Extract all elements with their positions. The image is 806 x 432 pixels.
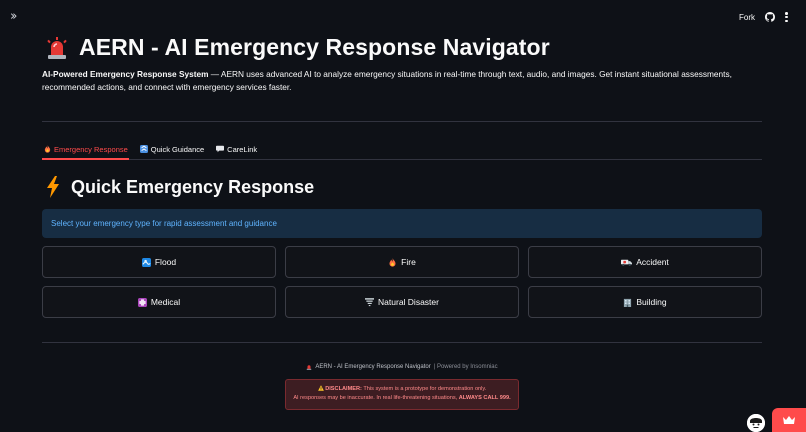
building-button[interactable]: Building bbox=[528, 286, 762, 318]
disclaimer-label: DISCLAIMER: bbox=[325, 386, 362, 392]
lightning-bolt-icon bbox=[47, 176, 59, 198]
button-label: Flood bbox=[154, 257, 177, 267]
ambulance-icon bbox=[621, 259, 633, 266]
tab-label: Quick Guidance bbox=[150, 144, 205, 154]
fire-button[interactable]: Fire bbox=[285, 246, 519, 278]
disclaimer-line-1: DISCLAIMER: This system is a prototype f… bbox=[286, 385, 518, 394]
fire-icon bbox=[43, 145, 51, 153]
disclaimer-call-text: ALWAYS CALL 999. bbox=[458, 395, 511, 401]
divider bbox=[42, 121, 762, 122]
streamlit-badge-button[interactable] bbox=[772, 408, 806, 432]
tab-quick-guidance[interactable]: Quick Guidance bbox=[139, 140, 205, 158]
accident-button[interactable]: Accident bbox=[528, 246, 762, 278]
button-label: Fire bbox=[401, 257, 416, 267]
wave-icon bbox=[141, 257, 151, 267]
guidance-icon bbox=[139, 145, 148, 153]
section-title-row: Quick Emergency Response bbox=[45, 176, 314, 198]
tab-bar: Emergency Response Quick Guidance CareLi… bbox=[42, 140, 762, 160]
disclaimer-box: DISCLAIMER: This system is a prototype f… bbox=[285, 379, 519, 410]
disclaimer-line-1-text: This system is a prototype for demonstra… bbox=[361, 386, 487, 392]
fork-link[interactable]: Fork bbox=[739, 13, 755, 22]
footer: AERN - AI Emergency Response Navigator |… bbox=[42, 364, 762, 370]
footer-powered-by: | Powered by Insomniac bbox=[433, 364, 498, 370]
intro-bold: AI-Powered Emergency Response System bbox=[42, 69, 209, 79]
medical-icon bbox=[137, 297, 147, 307]
github-icon[interactable] bbox=[765, 12, 775, 22]
crown-icon bbox=[783, 416, 795, 424]
button-label: Accident bbox=[636, 257, 669, 267]
intro-paragraph: AI-Powered Emergency Response System — A… bbox=[42, 68, 762, 94]
avatar-face-icon bbox=[747, 414, 765, 432]
page-title: AERN - AI Emergency Response Navigator bbox=[79, 34, 550, 60]
title-row: AERN - AI Emergency Response Navigator bbox=[45, 34, 550, 61]
warning-icon bbox=[317, 385, 324, 391]
topbar-actions: Fork bbox=[739, 9, 788, 25]
disclaimer-line-2: AI responses may be inaccurate. In real … bbox=[286, 394, 518, 403]
app-page: ›› Fork AERN - AI Emergency Response Nav… bbox=[0, 0, 806, 432]
fire-icon bbox=[389, 257, 396, 267]
tab-emergency-response[interactable]: Emergency Response bbox=[42, 140, 129, 160]
siren-icon bbox=[47, 36, 67, 59]
tornado-icon bbox=[365, 297, 375, 306]
tab-label: Emergency Response bbox=[54, 144, 128, 154]
siren-icon bbox=[307, 365, 312, 370]
building-icon bbox=[624, 298, 632, 307]
tab-label: CareLink bbox=[227, 144, 258, 154]
button-label: Natural Disaster bbox=[378, 297, 439, 307]
button-label: Medical bbox=[150, 297, 181, 307]
flood-button[interactable]: Flood bbox=[42, 246, 276, 278]
footer-divider bbox=[42, 342, 762, 343]
user-avatar[interactable] bbox=[747, 414, 765, 432]
medical-button[interactable]: Medical bbox=[42, 286, 276, 318]
footer-app-name: AERN - AI Emergency Response Navigator bbox=[315, 364, 431, 370]
tab-carelink[interactable]: CareLink bbox=[215, 140, 258, 158]
info-alert: Select your emergency type for rapid ass… bbox=[42, 209, 762, 238]
disclaimer-line-2-text: AI responses may be inaccurate. In real … bbox=[293, 395, 459, 401]
speech-bubble-icon bbox=[216, 145, 225, 153]
button-label: Building bbox=[636, 297, 667, 307]
section-title: Quick Emergency Response bbox=[71, 176, 315, 197]
more-menu-icon[interactable] bbox=[785, 12, 788, 22]
sidebar-expand-icon[interactable]: ›› bbox=[10, 10, 24, 24]
natural-disaster-button[interactable]: Natural Disaster bbox=[285, 286, 519, 318]
emergency-type-grid: Flood Fire Accident Medical Natural Disa… bbox=[42, 246, 762, 318]
